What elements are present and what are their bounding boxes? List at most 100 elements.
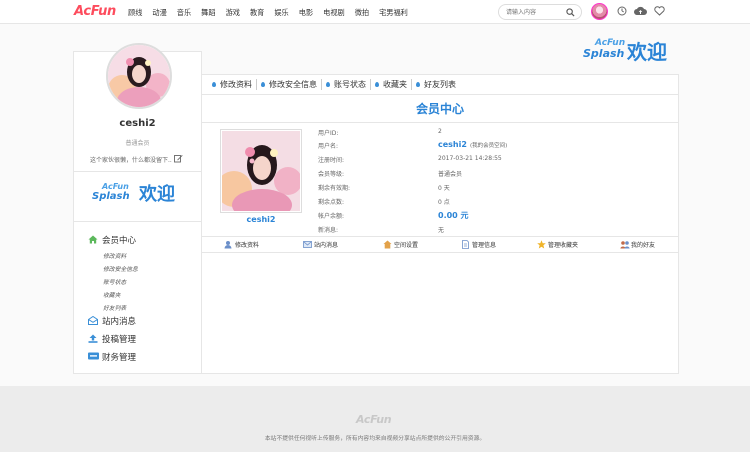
action-label: 管理信息 [472, 242, 497, 249]
user-avatar[interactable] [591, 3, 608, 20]
profile-avatar[interactable] [106, 43, 172, 109]
nav-item[interactable]: 电影 [299, 8, 313, 18]
sidebar-item-member-center[interactable]: 会员中心 [88, 234, 136, 247]
nav-item[interactable]: 教育 [250, 8, 264, 18]
sidebar-item-label: 财务管理 [102, 353, 137, 363]
search-input[interactable] [506, 7, 564, 18]
nav-item[interactable]: 宅男福利 [379, 8, 408, 18]
document-icon [461, 240, 470, 249]
sidebar-item-label: 站内消息 [102, 317, 137, 327]
search-icon[interactable] [566, 8, 575, 19]
member-center-panel: 修改资料 修改安全信息 账号状态 收藏夹 好友列表 会员中心 ceshi2 用户… [201, 74, 679, 374]
sidebar-subitem-edit-security[interactable]: 修改安全信息 [103, 264, 138, 273]
friends-icon [620, 240, 630, 249]
footer-disclaimer: 本站不提供任何视听上传服务，所有内容均来自视频分享站点所提供的公开引用资源。 [264, 436, 486, 442]
info-value: 普通会员 [438, 171, 463, 178]
nav-item[interactable]: 舞蹈 [201, 8, 215, 18]
sidebar-banner-splash: Splash [92, 191, 130, 202]
info-value: 0 点 [438, 199, 450, 206]
visa-icon [88, 352, 99, 363]
tab-bar: 修改资料 修改安全信息 账号状态 收藏夹 好友列表 [202, 75, 678, 95]
banner-welcome-text: 欢迎 [627, 40, 667, 64]
page-title: 会员中心 [202, 95, 678, 123]
sidebar-banner-welcome: 欢迎 [139, 184, 175, 205]
tab-edit-security[interactable]: 修改安全信息 [261, 79, 322, 90]
info-value: 2017-03-21 14:28:55 [438, 155, 502, 162]
droplet-icon [261, 82, 265, 87]
action-label: 我的好友 [631, 242, 656, 249]
acfun-logo[interactable]: AcFun [74, 4, 116, 19]
banner-splash-text: Splash [583, 47, 625, 60]
action-messages[interactable]: 站内消息 [303, 240, 338, 249]
user-edit-icon [224, 240, 233, 249]
mail-icon [88, 315, 98, 328]
info-value: 0 天 [438, 185, 450, 192]
action-space-settings[interactable]: 空间设置 [383, 240, 418, 249]
nav-item[interactable]: 游戏 [226, 8, 240, 18]
tab-label: 好友列表 [424, 80, 456, 89]
footer-logo: AcFun [356, 413, 392, 426]
nav-item[interactable]: 音乐 [177, 8, 191, 18]
message-icon [303, 240, 312, 249]
nav-item[interactable]: 动漫 [152, 8, 166, 18]
sidebar-subitem-friends[interactable]: 好友列表 [103, 303, 126, 312]
member-space-link[interactable]: (我的会员空间) [470, 143, 507, 149]
info-row-balance: 帐户余额: 0.00 元 [318, 211, 638, 224]
sidebar-subitem-edit-profile[interactable]: 修改资料 [103, 251, 126, 260]
nav-item[interactable]: 电视剧 [323, 8, 345, 18]
nav-item[interactable]: 娱乐 [274, 8, 288, 18]
info-value: 无 [438, 227, 445, 234]
cloud-upload-icon[interactable] [634, 6, 647, 18]
tab-favorites[interactable]: 收藏夹 [375, 79, 412, 90]
info-row-username: 用户名: ceshi2 (我的会员空间) [318, 140, 638, 154]
info-label: 帐户余额: [318, 213, 345, 220]
info-label: 注册时间: [318, 157, 345, 164]
action-label: 修改资料 [235, 242, 260, 249]
upload-icon [88, 334, 98, 346]
sidebar-item-label: 会员中心 [102, 236, 137, 246]
droplet-icon [212, 82, 216, 87]
nav-item[interactable]: 顾线 [128, 8, 142, 18]
info-label: 新消息: [318, 227, 339, 234]
sidebar-splash-banner: AcFun Splash 欢迎 [92, 179, 192, 213]
profile-photo[interactable] [216, 129, 302, 221]
username-link[interactable]: ceshi2 [438, 140, 467, 149]
page-footer: AcFun 本站不提供任何视听上传服务，所有内容均来自视频分享站点所提供的公开引… [0, 386, 750, 452]
droplet-icon [416, 82, 420, 87]
droplet-icon [326, 82, 330, 87]
star-icon [537, 240, 546, 249]
action-manage-favorites[interactable]: 管理收藏夹 [537, 240, 578, 249]
sidebar-item-messages[interactable]: 站内消息 [88, 315, 136, 328]
sidebar-item-label: 投稿管理 [102, 335, 137, 345]
droplet-icon [375, 82, 379, 87]
sidebar-member-level: 普通会员 [125, 140, 150, 147]
action-my-friends[interactable]: 我的好友 [620, 240, 655, 249]
info-row-points: 剩余点数: 0 点 [318, 197, 638, 210]
sidebar-signature: 这个家伙很懒，什么都没留下.. [90, 155, 183, 164]
action-edit-profile[interactable]: 修改资料 [224, 240, 259, 249]
divider [74, 221, 201, 222]
action-manage-info[interactable]: 管理信息 [461, 240, 496, 249]
sidebar-item-submissions[interactable]: 投稿管理 [88, 333, 136, 346]
home-settings-icon [383, 240, 392, 249]
tab-label: 修改资料 [220, 80, 252, 89]
info-value: 2 [438, 128, 442, 135]
signature-text: 这个家伙很懒，什么都没留下.. [90, 157, 172, 164]
tab-edit-profile[interactable]: 修改资料 [212, 79, 257, 90]
history-icon[interactable] [617, 6, 627, 18]
tab-account-status[interactable]: 账号状态 [326, 79, 371, 90]
divider [74, 171, 201, 172]
tab-friends[interactable]: 好友列表 [416, 79, 460, 90]
edit-icon[interactable] [173, 154, 183, 165]
action-label: 空间设置 [394, 242, 419, 249]
info-row-member-level: 会员等级: 普通会员 [318, 169, 638, 182]
nav-item[interactable]: 微拍 [355, 8, 369, 18]
sidebar-subitem-account-status[interactable]: 账号状态 [103, 277, 126, 286]
sidebar-subitem-favorites[interactable]: 收藏夹 [103, 290, 120, 299]
search-box [498, 4, 582, 20]
action-label: 管理收藏夹 [548, 242, 579, 249]
info-row-validity: 剩余有效期: 0 天 [318, 183, 638, 196]
heart-icon[interactable] [654, 6, 665, 18]
info-value: 0.00 元 [438, 211, 469, 220]
sidebar-item-finance[interactable]: 财务管理 [88, 351, 136, 363]
